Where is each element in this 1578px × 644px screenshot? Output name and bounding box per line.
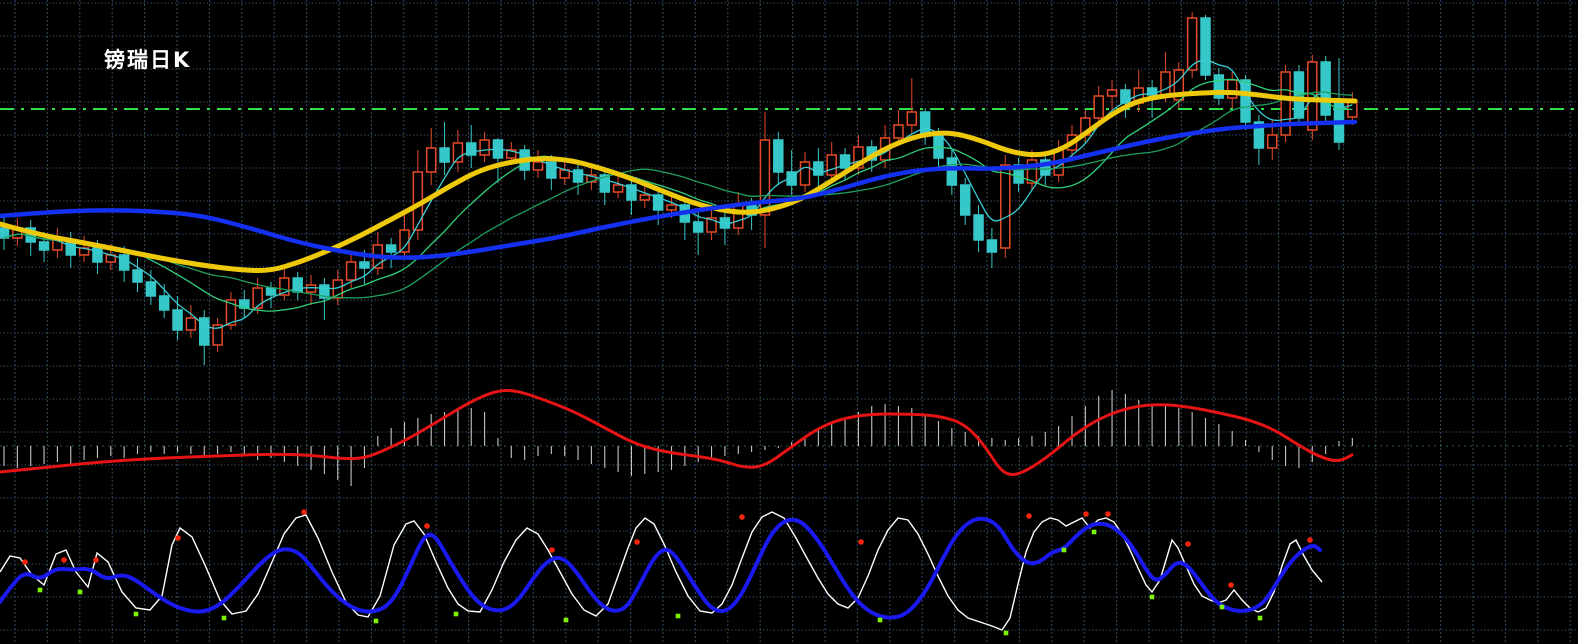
candle-up: [399, 229, 410, 253]
candle-up: [826, 154, 837, 176]
candle-down: [1200, 17, 1211, 76]
candle-up: [185, 317, 197, 331]
grid-layer: [0, 0, 1578, 644]
sell-signal-dot: [549, 547, 555, 553]
candle-down: [959, 184, 971, 216]
sell-signal-dot: [1307, 537, 1313, 543]
sell-signal-dot: [22, 559, 28, 565]
candle-up: [799, 161, 811, 186]
candles-layer: [0, 12, 1358, 365]
candle-up: [1160, 71, 1171, 96]
candle-down: [118, 254, 130, 271]
buy-signal-dot: [1061, 547, 1067, 553]
candle-down: [813, 161, 824, 176]
candle-up: [1106, 89, 1118, 97]
candle-up: [425, 147, 437, 173]
buy-signal-dot: [563, 617, 569, 623]
candle-up: [733, 204, 744, 229]
candle-down: [265, 287, 277, 296]
candle-up: [479, 139, 490, 156]
candle-up: [252, 287, 263, 309]
candle-down: [145, 281, 157, 297]
candle-down: [986, 239, 998, 253]
candle-up: [1186, 17, 1198, 71]
sell-signal-dot: [858, 539, 864, 545]
sell-signal-dot: [301, 509, 307, 515]
thick-blue-ma-line: [0, 119, 1358, 260]
buy-signal-dot: [373, 618, 379, 624]
oscillator-indicator-layer: [0, 509, 1323, 636]
candle-up: [532, 161, 544, 171]
candle-up: [666, 204, 677, 211]
candle-down: [172, 309, 183, 331]
buy-signal-dot: [877, 617, 883, 623]
sell-signal-dot: [1185, 541, 1191, 547]
buy-signal-dot: [453, 611, 459, 617]
candle-down: [38, 241, 50, 251]
sell-signal-dot: [1105, 511, 1111, 517]
kline-chart-window: 镑瑞日K: [0, 0, 1578, 644]
sell-signal-dot: [739, 514, 745, 520]
buy-signal-dot: [133, 611, 139, 617]
candle-down: [359, 261, 370, 269]
candle-down: [132, 269, 143, 283]
buy-signal-dot: [1091, 529, 1097, 535]
candle-up: [1000, 164, 1011, 249]
moving-average-layer: [0, 59, 1358, 329]
buy-signal-dot: [1257, 615, 1263, 621]
sell-signal-dot: [1228, 582, 1234, 588]
buy-signal-dot: [1219, 604, 1225, 610]
candle-up: [305, 284, 317, 293]
candle-up: [1093, 95, 1104, 119]
candle-up: [1267, 134, 1278, 149]
candle-up: [1226, 79, 1238, 99]
thick-yellow-ma-line: [0, 89, 1358, 274]
candle-down: [919, 111, 931, 136]
oscillator-slow-line: [0, 516, 1322, 620]
candle-down: [158, 295, 170, 311]
candle-up: [345, 261, 357, 281]
buy-signal-dot: [675, 613, 681, 619]
candle-down: [933, 134, 944, 159]
candle-down: [1320, 61, 1331, 116]
sell-signal-dot: [1083, 511, 1089, 517]
sell-signal-dot: [1026, 513, 1032, 519]
candle-up: [893, 124, 904, 139]
candle-down: [973, 214, 984, 241]
candle-down: [773, 139, 784, 173]
candle-up: [612, 184, 624, 193]
buy-signal-dot: [77, 589, 83, 595]
buy-signal-dot: [1149, 594, 1155, 600]
chart-canvas[interactable]: 镑瑞日K: [0, 0, 1578, 644]
buy-signal-dot: [221, 615, 227, 621]
candle-down: [439, 147, 450, 163]
candle-down: [946, 157, 958, 186]
candle-down: [692, 221, 704, 233]
candle-down: [385, 244, 397, 253]
sell-signal-dot: [175, 535, 181, 541]
sell-signal-dot: [61, 557, 67, 563]
candle-down: [1120, 89, 1131, 104]
sell-signal-dot: [634, 539, 640, 545]
chart-title: 镑瑞日K: [104, 48, 191, 72]
candle-up: [906, 111, 918, 126]
sell-signal-dot: [424, 523, 430, 529]
buy-signal-dot: [1003, 630, 1009, 636]
candle-up: [639, 194, 651, 201]
sell-signal-dot: [93, 557, 99, 563]
buy-signal-dot: [37, 587, 43, 593]
